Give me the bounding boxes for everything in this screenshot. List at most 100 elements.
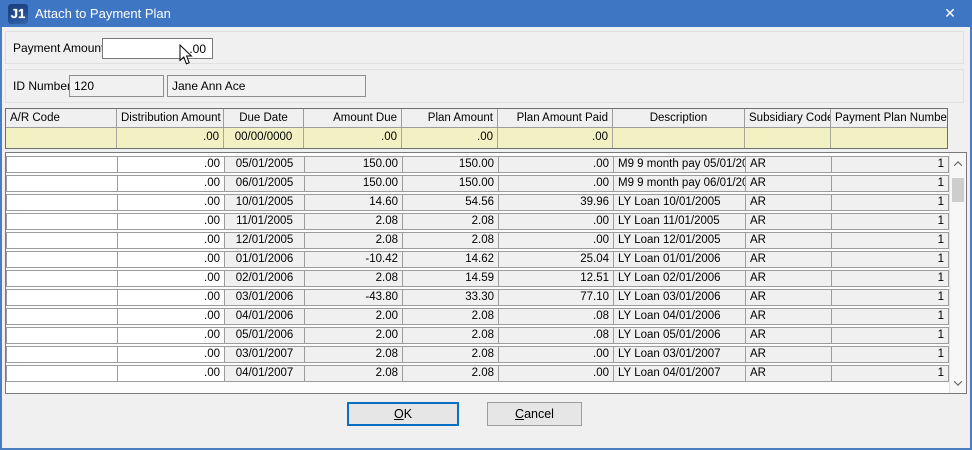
cell-amount_due: 2.00 xyxy=(304,309,402,324)
table-row[interactable]: .0004/01/20062.002.08.08LY Loan 04/01/20… xyxy=(6,308,949,325)
cell-distribution_amount[interactable]: .00 xyxy=(117,176,224,191)
cell-plan_amount_paid: .08 xyxy=(498,309,613,324)
cancel-button[interactable]: Cancel xyxy=(487,402,582,426)
table-row[interactable]: .0005/01/20062.002.08.08LY Loan 05/01/20… xyxy=(6,327,949,344)
cell-distribution_amount[interactable]: .00 xyxy=(117,271,224,286)
cell-plan_amount: 14.62 xyxy=(402,252,498,267)
filter-cell-plan_amount[interactable]: .00 xyxy=(401,128,497,148)
cell-description: LY Loan 01/01/2006 xyxy=(613,252,745,267)
cell-distribution_amount[interactable]: .00 xyxy=(117,309,224,324)
cell-plan_amount_paid: .00 xyxy=(498,176,613,191)
cell-payment_plan_number: 1 xyxy=(831,176,948,191)
filter-cell-ar_code[interactable] xyxy=(6,128,116,148)
cell-ar_code[interactable] xyxy=(7,328,117,343)
cell-plan_amount_paid: .08 xyxy=(498,328,613,343)
id-number-panel: ID Number : 120 Jane Ann Ace xyxy=(5,69,964,103)
table-row[interactable]: .0005/01/2005150.00150.00.00M9 9 month p… xyxy=(6,156,949,173)
cell-plan_amount: 2.08 xyxy=(402,214,498,229)
cell-ar_code[interactable] xyxy=(7,347,117,362)
ok-button[interactable]: OK xyxy=(347,402,459,426)
cell-ar_code[interactable] xyxy=(7,157,117,172)
column-header-plan_amount_paid[interactable]: Plan Amount Paid xyxy=(497,109,612,128)
filter-cell-payment_plan_number[interactable] xyxy=(830,128,947,148)
scrollbar-thumb[interactable] xyxy=(952,178,964,202)
cell-amount_due: 150.00 xyxy=(304,176,402,191)
cell-distribution_amount[interactable]: .00 xyxy=(117,290,224,305)
filter-cell-due_date[interactable]: 00/00/0000 xyxy=(223,128,303,148)
table-filter-row[interactable]: .0000/00/0000.00.00.00 xyxy=(6,128,947,148)
table-rows: .0005/01/2005150.00150.00.00M9 9 month p… xyxy=(6,153,949,393)
cell-payment_plan_number: 1 xyxy=(831,233,948,248)
cell-due_date: 12/01/2005 xyxy=(224,233,304,248)
column-header-payment_plan_number[interactable]: Payment Plan Number xyxy=(830,109,947,128)
cell-payment_plan_number: 1 xyxy=(831,347,948,362)
account-name-value: Jane Ann Ace xyxy=(167,75,366,97)
cell-ar_code[interactable] xyxy=(7,214,117,229)
table-row[interactable]: .0002/01/20062.0814.5912.51LY Loan 02/01… xyxy=(6,270,949,287)
cell-plan_amount: 2.08 xyxy=(402,366,498,381)
table-row[interactable]: .0001/01/2006-10.4214.6225.04LY Loan 01/… xyxy=(6,251,949,268)
cell-amount_due: 150.00 xyxy=(304,157,402,172)
table-scroll-area: .0005/01/2005150.00150.00.00M9 9 month p… xyxy=(5,152,967,394)
table-row[interactable]: .0006/01/2005150.00150.00.00M9 9 month p… xyxy=(6,175,949,192)
cell-payment_plan_number: 1 xyxy=(831,214,948,229)
table-row[interactable]: .0010/01/200514.6054.5639.96LY Loan 10/0… xyxy=(6,194,949,211)
cell-description: M9 9 month pay 06/01/200 xyxy=(613,176,745,191)
cell-ar_code[interactable] xyxy=(7,176,117,191)
cell-distribution_amount[interactable]: .00 xyxy=(117,214,224,229)
filter-cell-amount_due[interactable]: .00 xyxy=(303,128,401,148)
cell-ar_code[interactable] xyxy=(7,271,117,286)
cell-plan_amount_paid: 39.96 xyxy=(498,195,613,210)
cell-ar_code[interactable] xyxy=(7,195,117,210)
payment-amount-input[interactable] xyxy=(102,38,213,59)
cell-distribution_amount[interactable]: .00 xyxy=(117,233,224,248)
cell-plan_amount: 2.08 xyxy=(402,233,498,248)
cell-ar_code[interactable] xyxy=(7,366,117,381)
cell-ar_code[interactable] xyxy=(7,309,117,324)
table-row[interactable]: .0004/01/20072.082.08.00LY Loan 04/01/20… xyxy=(6,365,949,382)
cell-amount_due: 14.60 xyxy=(304,195,402,210)
column-header-subsidiary_code[interactable]: Subsidiary Code xyxy=(744,109,830,128)
cell-distribution_amount[interactable]: .00 xyxy=(117,347,224,362)
table-row[interactable]: .0003/01/2006-43.8033.3077.10LY Loan 03/… xyxy=(6,289,949,306)
table-row[interactable]: .0011/01/20052.082.08.00LY Loan 11/01/20… xyxy=(6,213,949,230)
column-header-plan_amount[interactable]: Plan Amount xyxy=(401,109,497,128)
column-header-description[interactable]: Description xyxy=(612,109,744,128)
payment-amount-panel: Payment Amount: xyxy=(5,31,964,64)
cell-subsidiary_code: AR xyxy=(745,252,831,267)
close-icon[interactable]: ✕ xyxy=(936,5,964,22)
cell-plan_amount: 54.56 xyxy=(402,195,498,210)
cell-distribution_amount[interactable]: .00 xyxy=(117,366,224,381)
filter-cell-distribution_amount[interactable]: .00 xyxy=(116,128,223,148)
chevron-up-icon xyxy=(954,161,962,169)
cell-plan_amount_paid: .00 xyxy=(498,214,613,229)
scroll-down-button[interactable] xyxy=(950,375,966,390)
table-row[interactable]: .0012/01/20052.082.08.00LY Loan 12/01/20… xyxy=(6,232,949,249)
cell-due_date: 03/01/2007 xyxy=(224,347,304,362)
filter-cell-plan_amount_paid[interactable]: .00 xyxy=(497,128,612,148)
column-header-ar_code[interactable]: A/R Code xyxy=(6,109,116,128)
cell-distribution_amount[interactable]: .00 xyxy=(117,195,224,210)
id-number-value: 120 xyxy=(69,75,164,97)
cell-ar_code[interactable] xyxy=(7,290,117,305)
table-row[interactable]: .0003/01/20072.082.08.00LY Loan 03/01/20… xyxy=(6,346,949,363)
scroll-up-button[interactable] xyxy=(950,156,966,171)
cell-description: LY Loan 05/01/2006 xyxy=(613,328,745,343)
cell-ar_code[interactable] xyxy=(7,252,117,267)
cell-distribution_amount[interactable]: .00 xyxy=(117,328,224,343)
cell-distribution_amount[interactable]: .00 xyxy=(117,252,224,267)
cell-amount_due: 2.08 xyxy=(304,366,402,381)
column-header-due_date[interactable]: Due Date xyxy=(223,109,303,128)
cell-plan_amount: 150.00 xyxy=(402,176,498,191)
cell-plan_amount: 2.08 xyxy=(402,309,498,324)
filter-cell-description[interactable] xyxy=(612,128,744,148)
id-number-label: ID Number : xyxy=(13,79,78,93)
filter-cell-subsidiary_code[interactable] xyxy=(744,128,830,148)
column-header-amount_due[interactable]: Amount Due xyxy=(303,109,401,128)
cell-ar_code[interactable] xyxy=(7,233,117,248)
column-header-distribution_amount[interactable]: Distribution Amount xyxy=(116,109,223,128)
vertical-scrollbar[interactable] xyxy=(949,153,966,393)
cell-distribution_amount[interactable]: .00 xyxy=(117,157,224,172)
cell-subsidiary_code: AR xyxy=(745,195,831,210)
cell-description: LY Loan 12/01/2005 xyxy=(613,233,745,248)
